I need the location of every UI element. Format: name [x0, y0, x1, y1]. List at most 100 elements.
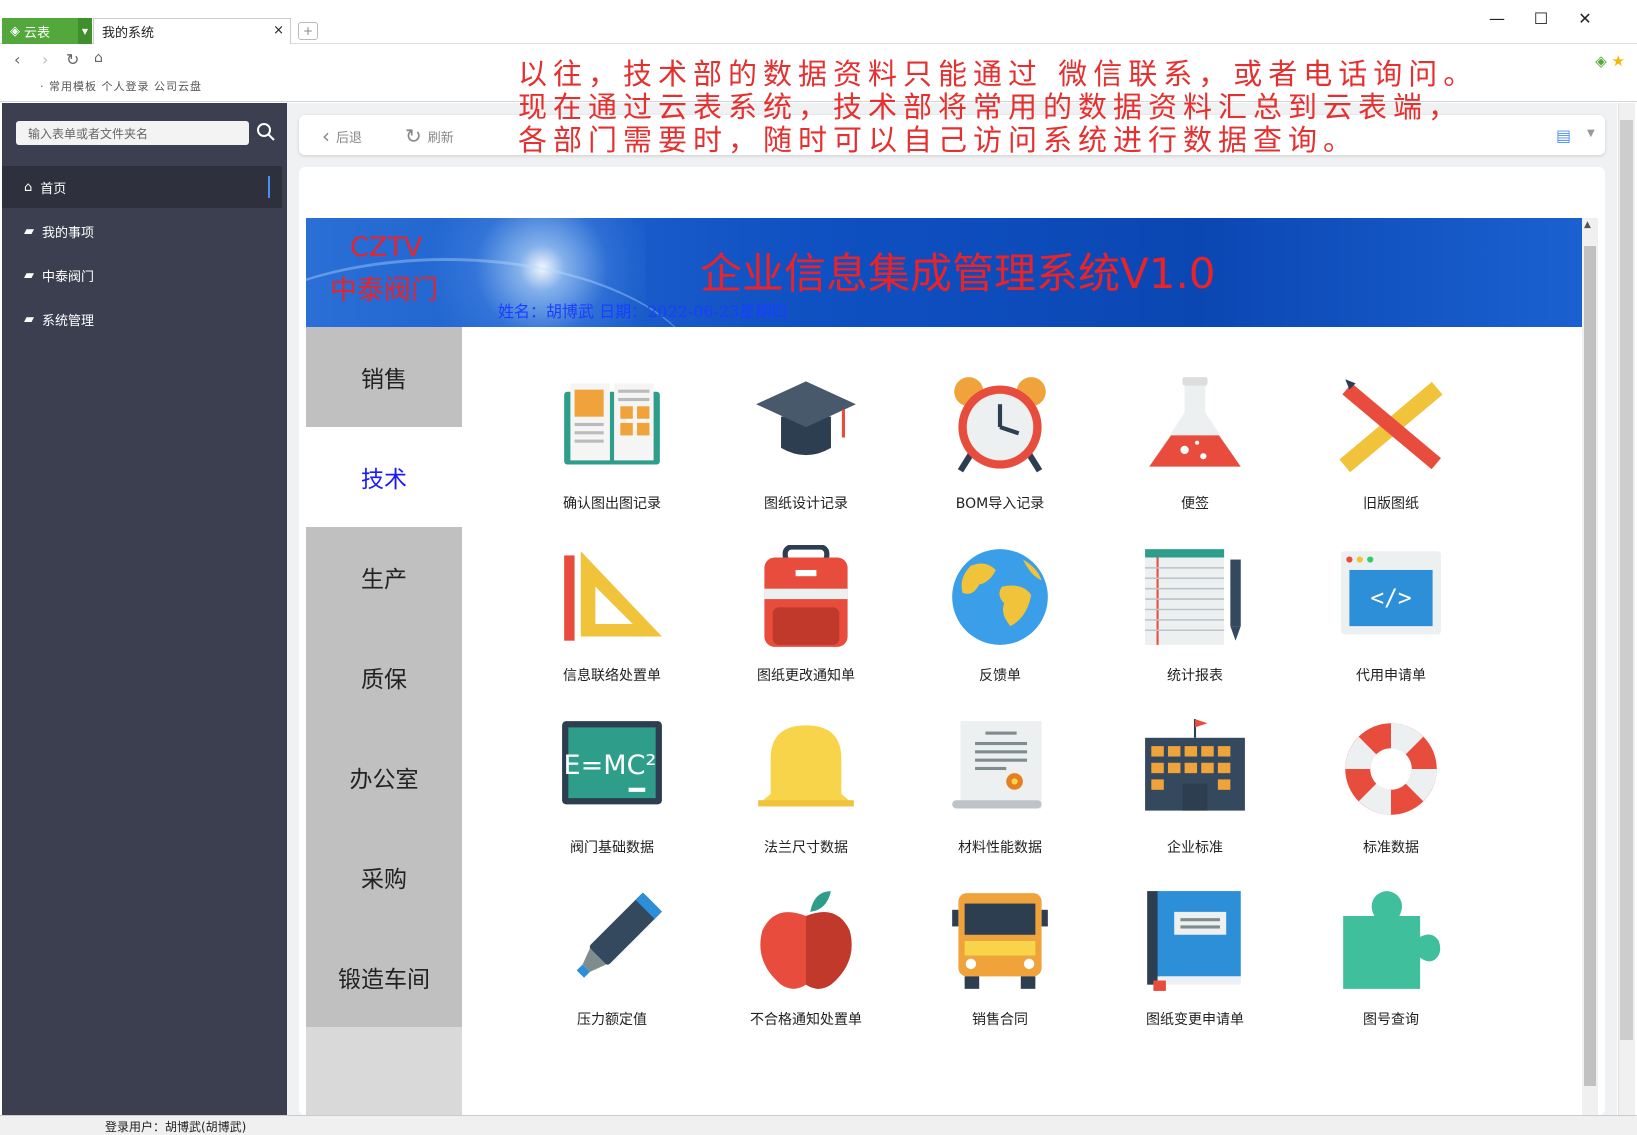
status-bar: 登录用户：胡博武(胡博武): [0, 1115, 1637, 1135]
tile-drawing-design-record[interactable]: 图纸设计记录: [736, 373, 876, 543]
tile-drawing-change-request[interactable]: 图纸变更申请单: [1125, 889, 1265, 1059]
annotation-line: 各部门需要时，随时可以自己访问系统进行数据查询。: [518, 123, 1359, 157]
bus-icon: [952, 893, 1048, 989]
dept-office[interactable]: 办公室: [306, 727, 462, 827]
tab-label: 我的系统: [102, 26, 155, 41]
login-user: 登录用户：胡博武(胡博武): [105, 1120, 247, 1134]
bookmark-links[interactable]: · 常用模板 个人登录 公司云盘: [40, 78, 202, 94]
sidebar-item-label: 中泰阀门: [42, 269, 95, 285]
folder-icon: ▰: [24, 267, 34, 283]
dept-production[interactable]: 生产: [306, 527, 462, 627]
reload-icon[interactable]: ↻: [66, 50, 79, 69]
chevron-down-icon[interactable]: ▼: [1587, 128, 1595, 139]
tile-pressure-rating[interactable]: 压力额定值: [542, 889, 682, 1059]
close-window-button[interactable]: ✕: [1570, 8, 1600, 28]
refresh-icon: ↻: [405, 124, 422, 148]
tile-label: 材料性能数据: [958, 840, 1042, 856]
sidebar-item-system-admin[interactable]: ▰ 系统管理: [2, 298, 282, 340]
blue-book-icon: [1147, 891, 1241, 991]
graduation-cap-icon: [756, 381, 856, 456]
puzzle-icon: [1343, 891, 1441, 989]
tile-drawing-number-query[interactable]: 图号查询: [1321, 889, 1461, 1059]
sidebar-search-input[interactable]: 输入表单或者文件夹名: [16, 121, 249, 145]
chevron-left-icon: ‹: [322, 124, 330, 148]
tile-sticky-note[interactable]: 便签: [1125, 373, 1265, 543]
tile-label: 压力额定值: [577, 1012, 647, 1028]
tile-statistics-report[interactable]: 统计报表: [1125, 545, 1265, 715]
layout-toggle-icon[interactable]: ▤: [1556, 126, 1571, 145]
page-scroll-thumb[interactable]: [1620, 120, 1633, 1040]
tile-bom-import-record[interactable]: BOM导入记录: [930, 373, 1070, 543]
content-scroll-thumb[interactable]: [1584, 246, 1596, 1086]
tile-substitute-request[interactable]: </> 代用申请单: [1321, 545, 1461, 715]
home-icon: ⌂: [24, 179, 33, 195]
tile-feedback-form[interactable]: 反馈单: [930, 545, 1070, 715]
tile-label: 代用申请单: [1356, 668, 1426, 684]
tile-nonconformance-notice[interactable]: 不合格通知处置单: [736, 889, 876, 1059]
maximize-button[interactable]: ☐: [1526, 8, 1556, 28]
tile-label: 阀门基础数据: [570, 840, 654, 856]
refresh-label: 刷新: [427, 130, 454, 146]
tile-flange-size-data[interactable]: 法兰尺寸数据: [736, 717, 876, 887]
marker-icon: [576, 892, 663, 978]
dept-forging[interactable]: 锻造车间: [306, 927, 462, 1027]
certificate-icon: [952, 721, 1042, 809]
code-window-icon: </>: [1341, 551, 1441, 635]
globe-icon: [952, 549, 1048, 645]
new-tab-button[interactable]: +: [298, 22, 318, 40]
tile-label: 图纸设计记录: [764, 496, 848, 512]
tile-old-drawings[interactable]: 旧版图纸: [1321, 373, 1461, 543]
flask-icon: [1149, 377, 1241, 467]
scroll-up-icon[interactable]: ▲: [1584, 220, 1591, 230]
sidebar-item-zhongtai-valve[interactable]: ▰ 中泰阀门: [2, 254, 282, 296]
tile-label: 图号查询: [1363, 1012, 1419, 1028]
tile-sales-contract[interactable]: 销售合同: [930, 889, 1070, 1059]
close-tab-icon[interactable]: ×: [273, 23, 284, 38]
dept-sales[interactable]: 销售: [306, 327, 462, 427]
tile-enterprise-standard[interactable]: 企业标准: [1125, 717, 1265, 887]
tile-label: 图纸变更申请单: [1146, 1012, 1244, 1028]
annotation-line: 以往，技术部的数据资料只能通过 微信联系，或者电话询问。: [518, 57, 1479, 91]
forward-arrow-icon[interactable]: ›: [42, 50, 48, 69]
minimize-button[interactable]: —: [1482, 8, 1512, 28]
tile-label: 销售合同: [972, 1012, 1028, 1028]
tab-my-system[interactable]: 我的系统 ×: [93, 18, 291, 44]
sidebar-item-label: 我的事项: [42, 225, 95, 241]
back-button[interactable]: ‹ 后退: [322, 124, 362, 148]
dept-purchasing[interactable]: 采购: [306, 827, 462, 927]
brand-en: CZTV: [350, 232, 423, 263]
sidebar-item-home[interactable]: ⌂ 首页: [2, 166, 282, 208]
tile-label: 确认图出图记录: [563, 496, 661, 512]
refresh-button[interactable]: ↻ 刷新: [405, 124, 454, 148]
tile-drawing-change-notice[interactable]: 图纸更改通知单: [736, 545, 876, 715]
extension-icons[interactable]: ◈ ★: [1595, 52, 1625, 70]
sidebar-item-my-tasks[interactable]: ▰ 我的事项: [2, 210, 282, 252]
tile-standard-data[interactable]: 标准数据: [1321, 717, 1461, 887]
tile-label: 图纸更改通知单: [757, 668, 855, 684]
home-icon[interactable]: ⌂: [94, 50, 103, 66]
user-date-line: 姓名：胡博武 日期：2022-06-23星期四: [498, 302, 788, 321]
search-icon[interactable]: [256, 122, 276, 142]
back-arrow-icon[interactable]: ‹: [14, 50, 20, 69]
folder-icon: ▰: [24, 311, 34, 327]
tile-material-property-data[interactable]: 材料性能数据: [930, 717, 1070, 887]
bell-icon: [758, 725, 854, 807]
notepad-pen-icon: [1145, 549, 1241, 645]
dept-quality[interactable]: 质保: [306, 627, 462, 727]
book-icon: [564, 383, 660, 465]
tile-label: 不合格通知处置单: [750, 1012, 862, 1028]
tile-valve-base-data[interactable]: E=MC² 阀门基础数据: [542, 717, 682, 887]
folder-icon: ▰: [24, 223, 34, 239]
app-menu-chevron-icon[interactable]: ▼: [78, 18, 92, 44]
tile-confirm-drawing-record[interactable]: 确认图出图记录: [542, 373, 682, 543]
set-square-icon: [564, 551, 662, 641]
tile-info-contact-form[interactable]: 信息联络处置单: [542, 545, 682, 715]
tile-label: BOM导入记录: [955, 496, 1045, 512]
dept-tech[interactable]: 技术: [306, 427, 462, 527]
sidebar-item-label: 首页: [40, 181, 67, 197]
building-icon: [1145, 719, 1245, 811]
app-tab[interactable]: ◈ 云表 ▼: [2, 18, 92, 44]
tile-label: 法兰尺寸数据: [764, 840, 848, 856]
back-label: 后退: [336, 130, 363, 146]
annotation-line: 现在通过云表系统，技术部将常用的数据资料汇总到云表端，: [518, 90, 1464, 124]
